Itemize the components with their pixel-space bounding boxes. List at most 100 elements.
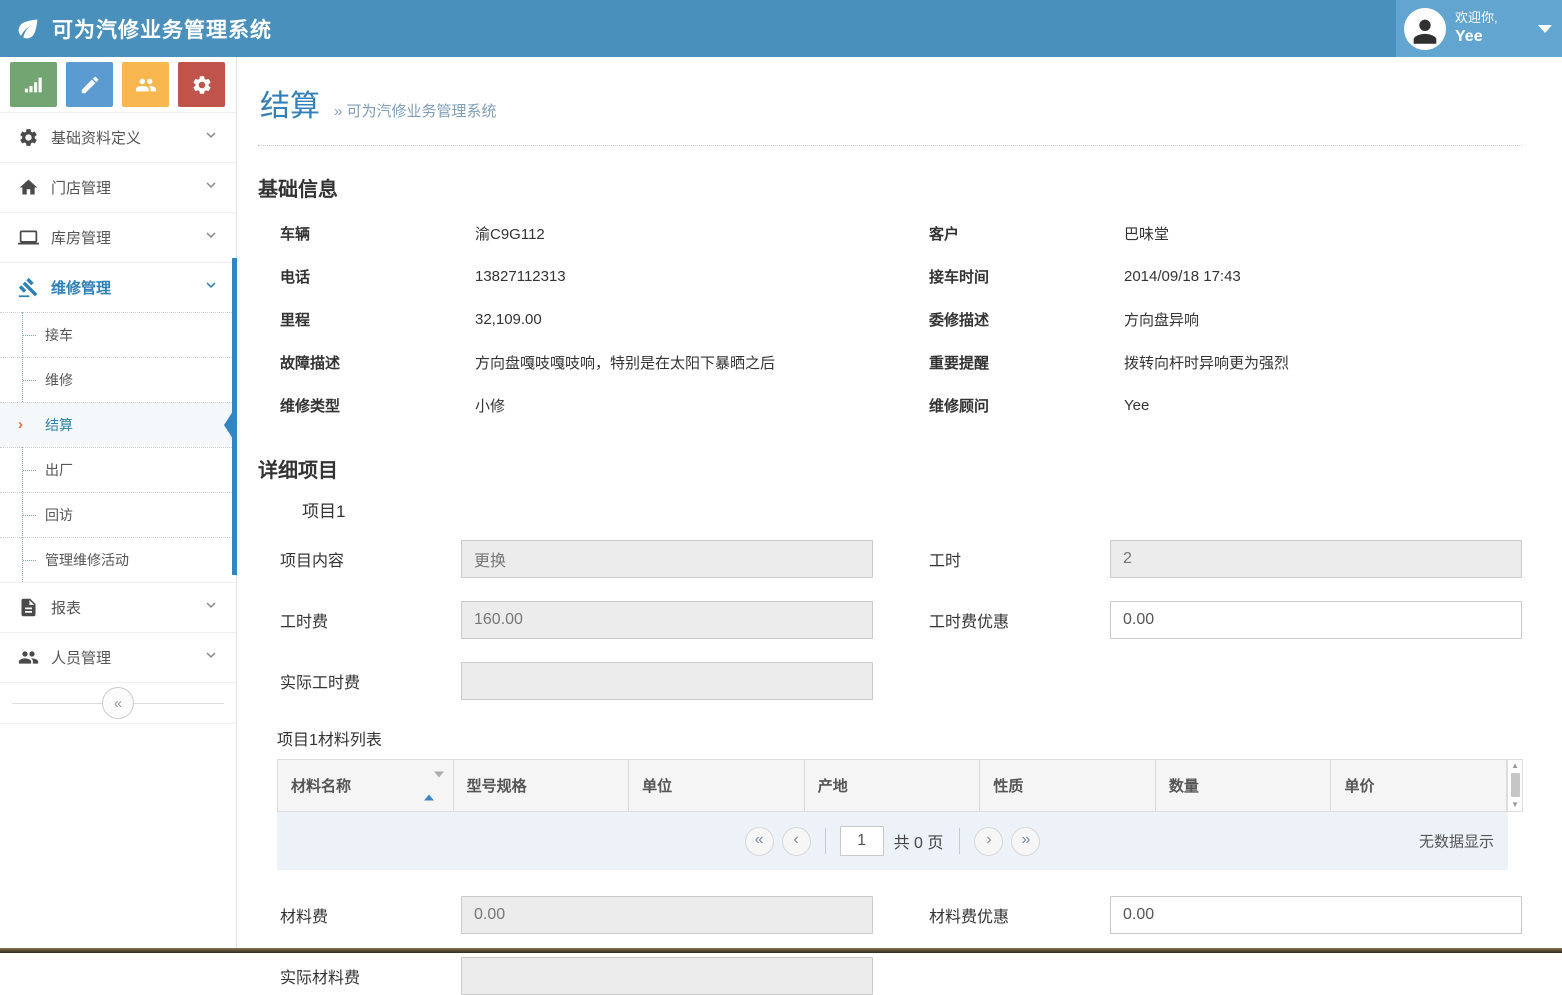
field-label: 工时 <box>929 547 1110 571</box>
field-label: 实际工时费 <box>280 669 461 693</box>
material-discount-input[interactable] <box>1110 896 1522 934</box>
sidebar-item-leave-factory[interactable]: 出厂 <box>0 447 236 492</box>
sort-icon[interactable] <box>424 777 444 794</box>
materials-table: 材料名称 型号规格 单位 产地 性质 数量 单价 ▲ ▼ « ‹ 共 0 页 › <box>277 759 1523 870</box>
field-value: 渝C9G112 <box>475 223 545 244</box>
user-menu[interactable]: 欢迎你, Yee <box>1396 0 1562 57</box>
field-label: 电话 <box>280 266 475 287</box>
column-header-nature: 性质 <box>980 760 1156 811</box>
sidebar-item-label: 门店管理 <box>51 177 202 198</box>
chevron-down-icon <box>202 126 220 149</box>
info-row-repair-type: 维修类型 小修 <box>280 384 873 427</box>
sidebar-item-store-mgmt[interactable]: 门店管理 <box>0 162 236 212</box>
user-greeting: 欢迎你, Yee <box>1455 10 1536 46</box>
main-content: 结算 » 可为汽修业务管理系统 基础信息 车辆 渝C9G112 电话 13827… <box>237 57 1562 953</box>
sidebar-item-repair[interactable]: 维修 <box>0 357 236 402</box>
project-form: 项目内容 工时 工时费 工时费优惠 实际工时费 <box>258 540 1522 700</box>
sidebar-item-basic-data[interactable]: 基础资料定义 <box>0 112 236 162</box>
sidebar-item-follow-up[interactable]: 回访 <box>0 492 236 537</box>
person-icon <box>1408 14 1442 48</box>
users-icon <box>135 74 157 96</box>
scroll-down-icon[interactable]: ▼ <box>1511 800 1519 810</box>
material-fee-input <box>461 896 873 934</box>
repair-submenu: 接车 维修 › 结算 出厂 回访 管理维修活动 <box>0 312 236 582</box>
scrollbar-thumb[interactable] <box>1511 773 1520 797</box>
sidebar-item-repair-activities[interactable]: 管理维修活动 <box>0 537 236 582</box>
basic-info-right: 客户 巴味堂 接车时间 2014/09/18 17:43 委修描述 方向盘异响 … <box>929 212 1522 427</box>
next-page-button[interactable]: › <box>974 827 1003 856</box>
laptop-icon <box>15 227 41 248</box>
sidebar-item-label: 库房管理 <box>51 227 202 248</box>
prev-page-button[interactable]: ‹ <box>782 827 811 856</box>
field-label: 客户 <box>929 223 1124 244</box>
page-number-input[interactable] <box>840 826 884 856</box>
pager-separator <box>959 828 960 854</box>
brand: 可为汽修业务管理系统 <box>0 14 272 44</box>
gears-icon <box>191 74 213 96</box>
actual-material-fee-input <box>461 957 873 995</box>
collapse-sidebar-button[interactable]: « <box>102 687 134 719</box>
sidebar-item-personnel-mgmt[interactable]: 人员管理 <box>0 632 236 682</box>
top-bar: 可为汽修业务管理系统 欢迎你, Yee <box>0 0 1562 57</box>
basic-info-grid: 车辆 渝C9G112 电话 13827112313 里程 32,109.00 故… <box>258 212 1522 427</box>
column-header-origin: 产地 <box>805 760 981 811</box>
labor-discount-input[interactable] <box>1110 601 1522 639</box>
material-discount-row: 材料费优惠 <box>929 896 1522 934</box>
last-page-button[interactable]: » <box>1011 827 1040 856</box>
window-bottom-edge <box>0 948 1562 953</box>
sidebar-item-settlement[interactable]: › 结算 <box>0 402 236 447</box>
pencil-icon <box>79 74 101 96</box>
sidebar-item-label: 维修管理 <box>51 277 202 298</box>
info-row-commission-desc: 委修描述 方向盘异响 <box>929 298 1522 341</box>
project-title: 项目1 <box>302 497 1522 522</box>
column-header-unit: 单位 <box>629 760 805 811</box>
detail-heading: 详细项目 <box>258 454 1522 483</box>
materials-table-header: 材料名称 型号规格 单位 产地 性质 数量 单价 ▲ ▼ <box>277 759 1523 812</box>
total-pages-label: 共 0 页 <box>894 829 944 853</box>
gears-icon <box>15 127 41 148</box>
work-hours-row: 工时 <box>929 540 1522 578</box>
sub-item-label: 回访 <box>45 505 73 525</box>
field-label: 重要提醒 <box>929 352 1124 373</box>
chevron-down-icon <box>1538 25 1552 33</box>
field-value: 小修 <box>475 395 505 416</box>
page-header: 结算 » 可为汽修业务管理系统 <box>258 77 1522 146</box>
actual-labor-fee-input <box>461 662 873 700</box>
bar-chart-shortcut-button[interactable] <box>10 62 57 107</box>
field-label: 项目内容 <box>280 547 461 571</box>
info-row-important-note: 重要提醒 拨转向杆时异响更为强烈 <box>929 341 1522 384</box>
material-fee-row: 材料费 <box>280 896 873 934</box>
bar-chart-icon <box>23 74 45 96</box>
sidebar-item-label: 基础资料定义 <box>51 127 202 148</box>
column-header-material-name[interactable]: 材料名称 <box>278 760 454 811</box>
users-shortcut-button[interactable] <box>122 62 169 107</box>
shortcut-buttons <box>0 57 236 112</box>
table-scrollbar[interactable]: ▲ ▼ <box>1507 760 1522 811</box>
labor-fee-row: 工时费 <box>280 601 873 639</box>
chevron-down-icon <box>202 596 220 619</box>
sidebar-item-warehouse-mgmt[interactable]: 库房管理 <box>0 212 236 262</box>
pencil-shortcut-button[interactable] <box>66 62 113 107</box>
sidebar-collapse-row: « <box>0 682 236 724</box>
field-value: 2014/09/18 17:43 <box>1124 268 1241 285</box>
report-icon <box>15 597 41 618</box>
scroll-up-icon[interactable]: ▲ <box>1511 761 1519 771</box>
field-label: 维修顾问 <box>929 395 1124 416</box>
breadcrumb: » 可为汽修业务管理系统 <box>334 100 497 121</box>
home-icon <box>15 177 41 198</box>
first-page-button[interactable]: « <box>745 827 774 856</box>
gears-shortcut-button[interactable] <box>178 62 225 107</box>
field-label: 接车时间 <box>929 266 1124 287</box>
leaf-icon <box>14 15 42 43</box>
sub-item-label: 出厂 <box>45 460 73 480</box>
chevron-down-icon <box>202 646 220 669</box>
field-label: 车辆 <box>280 223 475 244</box>
field-value: 方向盘嘎吱嘎吱响，特别是在太阳下暴晒之后 <box>475 352 775 373</box>
pagination-bar: « ‹ 共 0 页 › » 无数据显示 <box>277 812 1508 870</box>
sidebar-item-repair-mgmt[interactable]: 维修管理 <box>0 262 236 312</box>
pager-separator <box>825 828 826 854</box>
active-section-bar <box>232 258 237 575</box>
sidebar-item-receive-car[interactable]: 接车 <box>0 312 236 357</box>
column-header-quantity: 数量 <box>1156 760 1332 811</box>
sidebar-item-reports[interactable]: 报表 <box>0 582 236 632</box>
